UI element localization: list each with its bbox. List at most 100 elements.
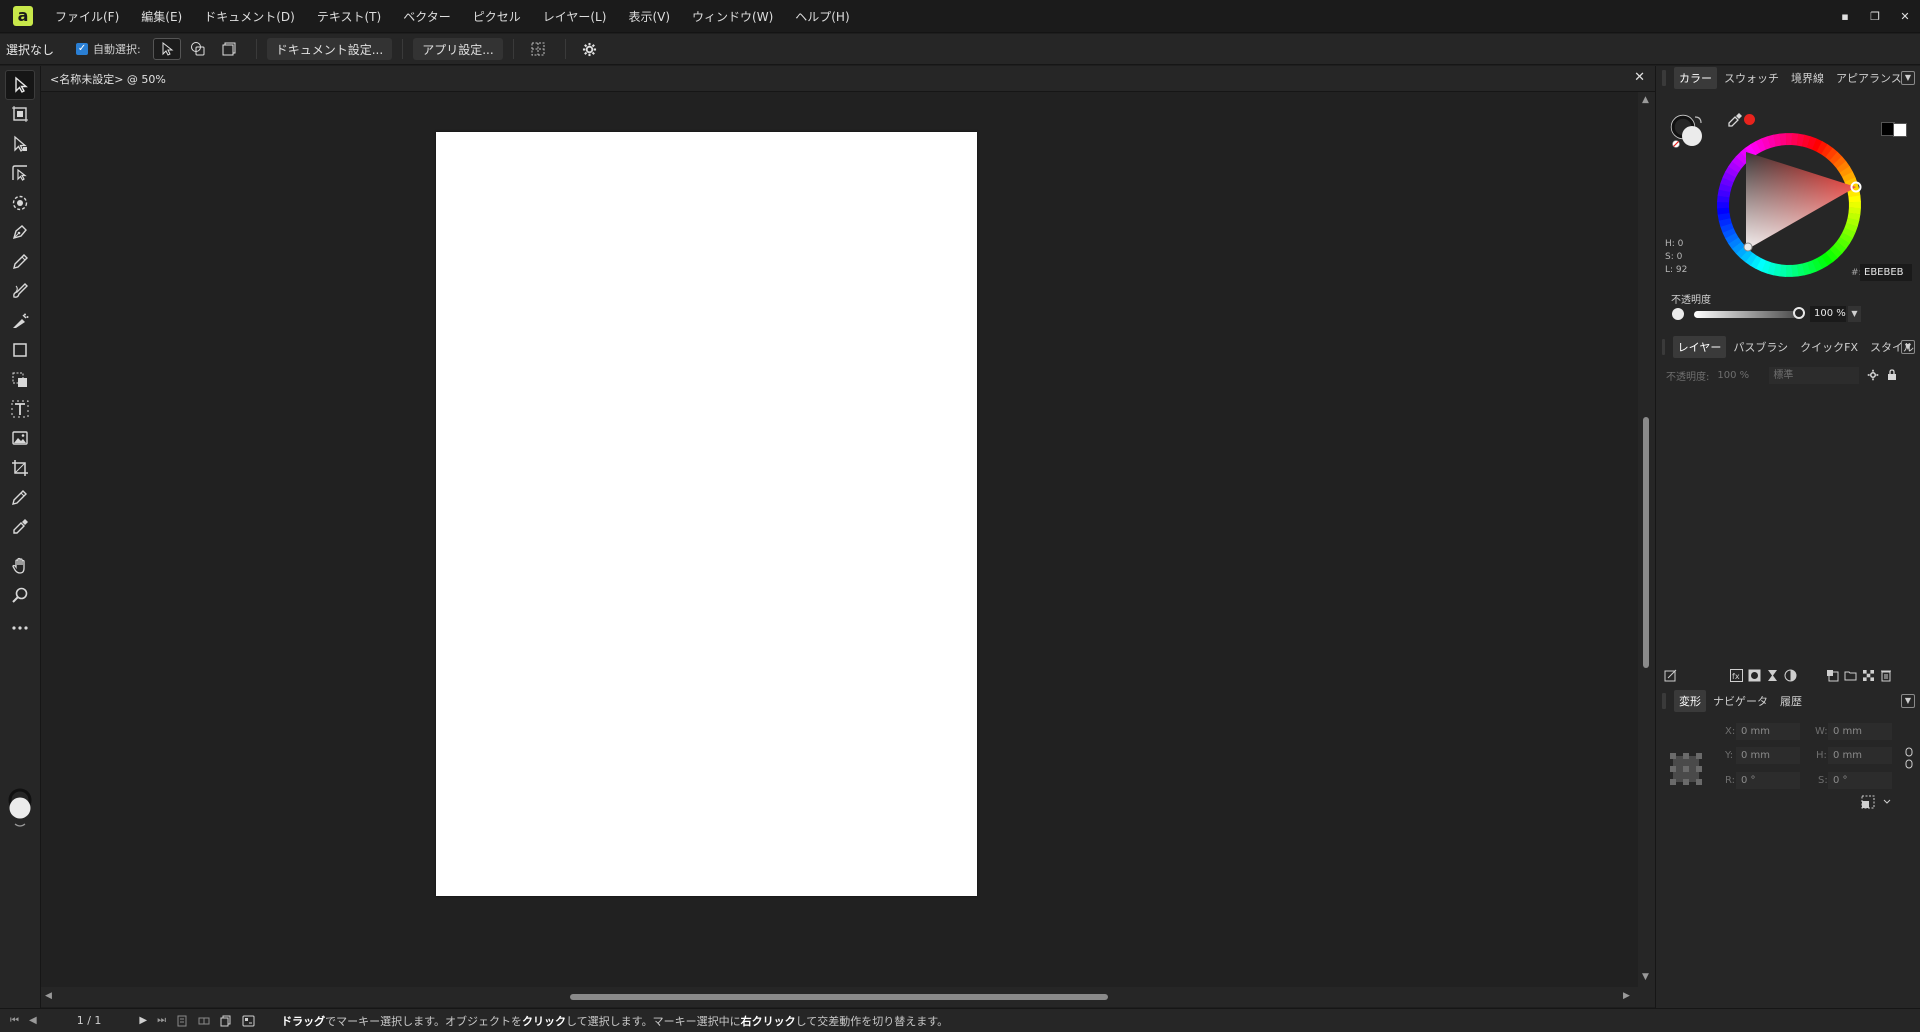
add-layer-button[interactable] <box>1823 667 1841 683</box>
delete-layer-button[interactable] <box>1877 667 1895 683</box>
last-page-icon[interactable]: ⏭ <box>157 1015 166 1026</box>
layers-list[interactable] <box>1656 388 1920 664</box>
close-document-icon[interactable]: ✕ <box>1634 70 1645 85</box>
gear-icon[interactable] <box>1867 369 1879 381</box>
tab-quick-fx[interactable]: クイックFX <box>1795 336 1863 358</box>
live-filter-button[interactable] <box>1781 667 1799 683</box>
hand-tool[interactable] <box>5 551 35 581</box>
w-input[interactable]: 0 mm <box>1828 723 1892 740</box>
vertical-scrollbar[interactable]: ▲ ▼ <box>1638 92 1655 987</box>
tab-stroke[interactable]: 境界線 <box>1786 67 1829 89</box>
tab-brushes[interactable]: パスブラシ <box>1728 336 1793 358</box>
chevron-down-icon[interactable]: ▼ <box>1901 340 1915 354</box>
app-settings-button[interactable]: アプリ設定... <box>413 38 503 60</box>
node-tool[interactable] <box>5 129 35 159</box>
add-group-button[interactable] <box>1841 667 1859 683</box>
more-tools-button[interactable] <box>5 613 35 643</box>
menu-layer[interactable]: レイヤー(L) <box>543 8 607 25</box>
fx-button[interactable]: fx <box>1727 667 1745 683</box>
pen-tool[interactable] <box>5 217 35 247</box>
tab-history[interactable]: 履歴 <box>1775 690 1807 712</box>
anchor-point-selector[interactable] <box>1668 751 1704 787</box>
h-input[interactable]: 0 mm <box>1828 747 1892 764</box>
fill-stroke-selector[interactable] <box>1670 112 1710 152</box>
corner-tool[interactable] <box>5 158 35 188</box>
color-handle[interactable] <box>1743 242 1753 252</box>
y-input[interactable]: 0 mm <box>1736 747 1800 764</box>
menu-vector[interactable]: ベクター <box>403 8 451 25</box>
link-icon[interactable] <box>1905 747 1913 769</box>
fill-tool[interactable] <box>5 306 35 336</box>
text-tool[interactable] <box>5 394 35 424</box>
menu-help[interactable]: ヘルプ(H) <box>795 8 849 25</box>
color-picker-tool[interactable] <box>5 512 35 542</box>
edit-layer-button[interactable] <box>1661 667 1679 683</box>
page-settings-icon[interactable] <box>242 1015 255 1027</box>
panel-grip[interactable] <box>1662 693 1666 709</box>
select-mode-button[interactable] <box>152 38 181 60</box>
tab-swatches[interactable]: スウォッチ <box>1719 67 1784 89</box>
zoom-tool[interactable] <box>5 580 35 610</box>
menu-pixel[interactable]: ピクセル <box>473 8 521 25</box>
opacity-slider-handle[interactable] <box>1793 307 1805 319</box>
horizontal-scrollbar[interactable]: ◀ ▶ <box>41 987 1655 1007</box>
layer-opacity-input[interactable]: 100 % <box>1717 370 1765 381</box>
move-tool[interactable] <box>5 70 35 100</box>
menu-window[interactable]: ウィンドウ(W) <box>692 8 773 25</box>
point-transform-tool[interactable] <box>5 188 35 218</box>
app-logo-icon[interactable]: a <box>13 6 33 26</box>
horizontal-scroll-thumb[interactable] <box>570 994 1108 1000</box>
fill-stroke-swatch[interactable] <box>8 786 34 842</box>
vertical-scroll-thumb[interactable] <box>1643 417 1649 668</box>
spread-icon[interactable] <box>198 1015 210 1027</box>
page-icon[interactable] <box>176 1015 188 1027</box>
menu-document[interactable]: ドキュメント(D) <box>204 8 295 25</box>
restore-button[interactable]: ❐ <box>1860 0 1890 33</box>
rectangle-tool[interactable] <box>5 335 35 365</box>
menu-text[interactable]: テキスト(T) <box>317 8 381 25</box>
rotation-input[interactable]: 0 ° <box>1736 772 1800 789</box>
artboard-tool[interactable] <box>5 99 35 129</box>
blend-mode-select[interactable]: 標準 <box>1769 366 1860 384</box>
transform-origin-icon[interactable] <box>1860 795 1894 809</box>
mask-button[interactable] <box>1745 667 1763 683</box>
first-page-icon[interactable]: ⏮ <box>10 1015 19 1026</box>
white-swatch[interactable] <box>1893 123 1907 137</box>
prev-page-icon[interactable]: ◀ <box>29 1015 37 1026</box>
document-page[interactable] <box>436 132 977 896</box>
eyedropper-icon[interactable] <box>1727 112 1743 128</box>
x-input[interactable]: 0 mm <box>1736 723 1800 740</box>
opacity-slider[interactable] <box>1694 311 1798 318</box>
black-white-swatch[interactable] <box>1881 122 1911 137</box>
minimize-button[interactable]: ▪ <box>1830 0 1860 33</box>
picked-color-swatch[interactable] <box>1744 114 1755 125</box>
close-window-button[interactable]: ✕ <box>1890 0 1920 33</box>
canvas-area[interactable] <box>41 92 1638 987</box>
hex-input[interactable]: EBEBEB <box>1860 264 1912 281</box>
chevron-down-icon[interactable]: ▼ <box>1901 71 1915 85</box>
tab-appearance[interactable]: アピアランス <box>1831 67 1907 89</box>
pencil-tool[interactable] <box>5 247 35 277</box>
crop-tool[interactable] <box>5 453 35 483</box>
scroll-right-icon[interactable]: ▶ <box>1623 991 1630 1001</box>
panel-grip[interactable] <box>1662 339 1665 355</box>
shape-builder-tool[interactable] <box>5 365 35 395</box>
chevron-down-icon[interactable]: ▼ <box>1901 694 1915 708</box>
vector-brush-tool[interactable] <box>5 276 35 306</box>
snapping-button[interactable] <box>524 38 552 60</box>
tab-layers[interactable]: レイヤー <box>1672 336 1727 358</box>
color-wheel[interactable] <box>1714 130 1864 280</box>
settings-button[interactable] <box>576 38 604 60</box>
intersect-mode-button[interactable] <box>184 38 212 60</box>
scroll-up-icon[interactable]: ▲ <box>1642 95 1649 105</box>
tab-color[interactable]: カラー <box>1674 67 1717 89</box>
chevron-down-icon[interactable]: ▼ <box>1848 306 1861 322</box>
duplicate-page-icon[interactable] <box>220 1015 232 1027</box>
adjustment-button[interactable] <box>1763 667 1781 683</box>
document-tab-title[interactable]: <名称未設定> @ 50% <box>50 71 166 87</box>
artboard-mode-button[interactable] <box>215 38 243 60</box>
checkbox-checked-icon[interactable]: ✓ <box>76 43 89 55</box>
document-setup-button[interactable]: ドキュメント設定... <box>266 38 393 60</box>
menu-file[interactable]: ファイル(F) <box>55 8 119 25</box>
menu-view[interactable]: 表示(V) <box>628 8 670 25</box>
